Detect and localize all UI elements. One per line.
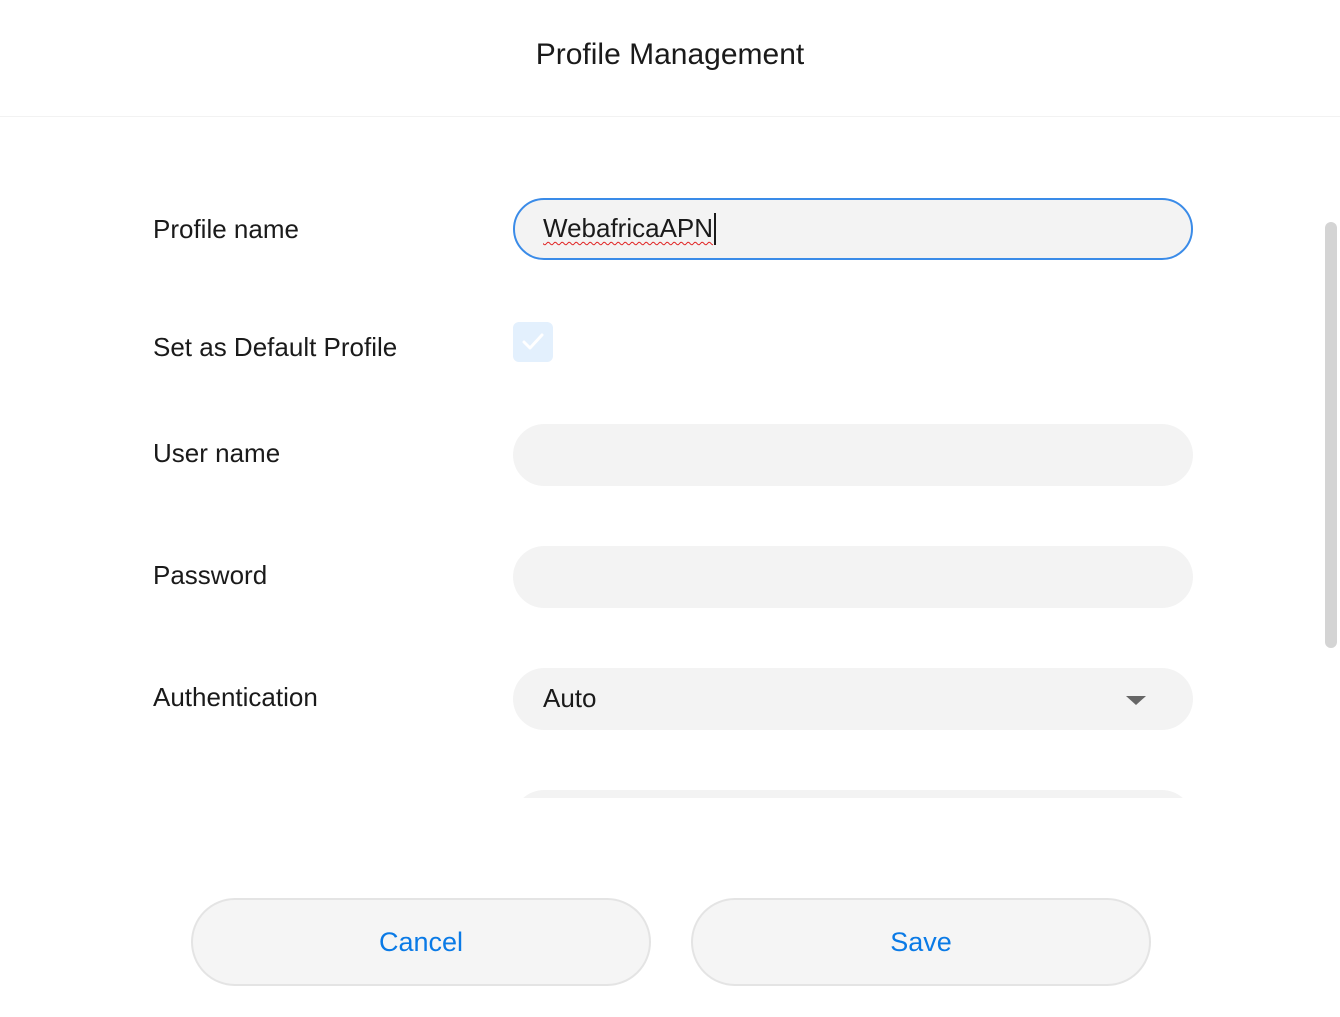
dialog-title: Profile Management: [535, 38, 805, 71]
authentication-label: Authentication: [153, 682, 318, 712]
default-profile-checkbox[interactable]: [513, 322, 553, 362]
dialog-header: Profile Management: [0, 0, 1340, 117]
form-scrollbar-thumb[interactable]: [1325, 222, 1337, 648]
profile-name-value: WebafricaAPN: [543, 213, 714, 243]
profile-form: Profile name WebafricaAPN Set as Default…: [0, 118, 1320, 798]
check-icon: [522, 333, 544, 350]
user-name-label: User name: [153, 438, 281, 468]
authentication-selected-value: Auto: [543, 683, 597, 713]
password-label: Password: [153, 560, 268, 590]
profile-name-label: Profile name: [153, 214, 299, 244]
authentication-select[interactable]: Auto: [513, 668, 1193, 730]
password-input[interactable]: [513, 546, 1193, 608]
chevron-down-icon: [1126, 696, 1146, 705]
profile-management-dialog: Profile Management Profile name Webafric…: [0, 0, 1340, 1017]
user-name-input[interactable]: [513, 424, 1193, 486]
default-profile-label: Set as Default Profile: [153, 332, 398, 362]
cancel-button[interactable]: Cancel: [191, 898, 651, 986]
save-button[interactable]: Save: [691, 898, 1151, 986]
partial-next-field[interactable]: [513, 790, 1193, 798]
text-caret: [714, 213, 716, 245]
profile-name-input[interactable]: WebafricaAPN: [513, 198, 1193, 260]
